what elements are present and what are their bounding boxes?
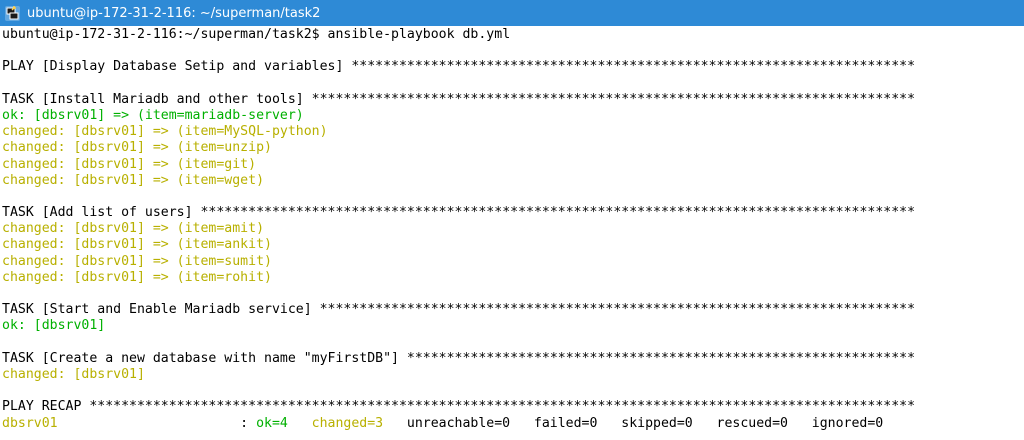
terminal-line: PLAY RECAP *****************************… [2,399,916,415]
recap-unreachable: unreachable=0 [406,415,511,431]
recap-separator: : [240,415,257,431]
recap-host: dbsrv01 [2,415,58,431]
recap-failed: failed=0 [533,415,598,431]
terminal-line: changed: [dbsrv01] => (item=unzip) [2,140,272,156]
recap-skipped: skipped=0 [621,415,693,431]
title-bar[interactable]: ubuntu@ip-172-31-2-116: ~/superman/task2 [0,0,1024,26]
terminal-app-icon[interactable] [4,5,21,22]
terminal-window: ubuntu@ip-172-31-2-116: ~/superman/task2… [0,0,1024,440]
window-title: ubuntu@ip-172-31-2-116: ~/superman/task2 [27,5,321,21]
terminal-line: changed: [dbsrv01] [2,366,145,382]
terminal-line: TASK [Start and Enable Mariadb service] … [2,302,916,318]
terminal-line: changed: [dbsrv01] => (item=git) [2,156,257,172]
recap-changed: changed=3 [311,415,384,431]
terminal-line: changed: [dbsrv01] => (item=wget) [2,172,265,188]
recap-rescued: rescued=0 [716,415,788,431]
terminal-line: TASK [Create a new database with name "m… [2,350,916,366]
terminal-line: ubuntu@ip-172-31-2-116:~/superman/task2$… [2,27,511,42]
terminal-line: ok: [dbsrv01] => (item=mariadb-server) [2,107,304,123]
recap-ignored: ignored=0 [811,415,884,431]
recap-row: dbsrv01: ok=4 changed=3 unreachable=0 faile… [2,416,1022,432]
terminal-line: TASK [Install Mariadb and other tools] *… [2,91,916,107]
terminal-line: PLAY [Display Database Setip and variabl… [2,59,916,75]
terminal-line: ok: [dbsrv01] [2,318,106,334]
terminal-line: changed: [dbsrv01] => (item=MySQL-python… [2,124,328,140]
terminal-output[interactable]: ubuntu@ip-172-31-2-116:~/superman/task2$… [0,26,1024,432]
recap-ok: ok=4 [256,415,288,431]
terminal-line: TASK [Add list of users] ***************… [2,205,916,221]
terminal-line: changed: [dbsrv01] => (item=ankit) [2,237,272,253]
terminal-line: changed: [dbsrv01] => (item=sumit) [2,253,272,269]
terminal-line: changed: [dbsrv01] => (item=amit) [2,221,265,237]
terminal-line: changed: [dbsrv01] => (item=rohit) [2,269,272,285]
